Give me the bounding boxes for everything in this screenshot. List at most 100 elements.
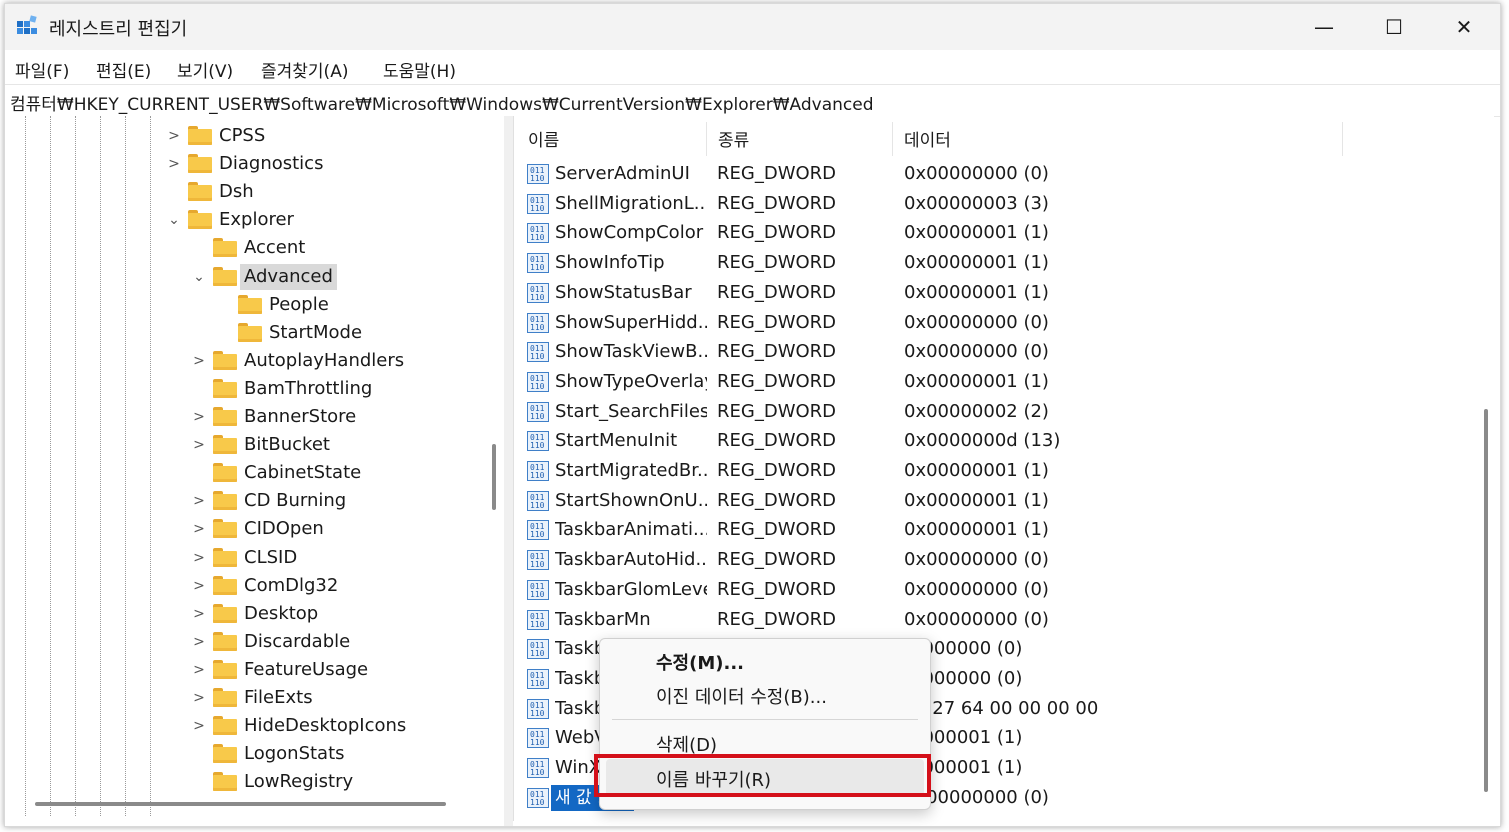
value-type: REG_DWORD bbox=[717, 400, 837, 422]
tree-item-startmode[interactable]: StartMode bbox=[5, 319, 504, 347]
value-row[interactable]: 011 110 ShowSuperHidd... REG_DWORD 0x0000000… bbox=[514, 308, 1494, 338]
maximize-button[interactable]: ☐ bbox=[1359, 4, 1429, 50]
menu-favorites[interactable]: 즐겨찾기(A) bbox=[261, 57, 348, 82]
column-divider[interactable] bbox=[1342, 122, 1343, 156]
tree-item-accent[interactable]: Accent bbox=[5, 234, 504, 262]
value-row[interactable]: 011 110 TaskbarMn REG_DWORD 0x00000000 (0) bbox=[514, 605, 1494, 635]
column-header-data[interactable]: 데이터 bbox=[904, 116, 951, 160]
value-row[interactable]: 011 110 TaskbarAnimati... REG_DWORD 0x000000… bbox=[514, 515, 1494, 545]
menu-help[interactable]: 도움말(H) bbox=[383, 57, 456, 82]
tree-item-label: CLSID bbox=[244, 546, 298, 568]
value-row[interactable]: 011 110 StartMenuInit REG_DWORD 0x0000000d (… bbox=[514, 426, 1494, 456]
column-divider[interactable] bbox=[706, 122, 707, 156]
expand-chevron-icon[interactable]: > bbox=[193, 491, 205, 511]
value-row[interactable]: 011 110 ShowStatusBar REG_DWORD 0x00000001 (… bbox=[514, 278, 1494, 308]
expand-chevron-icon[interactable]: > bbox=[193, 604, 205, 624]
collapse-chevron-icon[interactable]: ⌄ bbox=[193, 267, 205, 287]
key-tree[interactable]: > CPSS > Diagnostics Dsh ⌄ Explorer Accent ⌄ Adva… bbox=[5, 116, 504, 816]
reg-dword-icon: 011110 bbox=[527, 253, 549, 274]
value-data: 0x00000000 (0) bbox=[904, 786, 1049, 808]
tree-item-cidopen[interactable]: > CIDOpen bbox=[5, 515, 504, 543]
expand-chevron-icon[interactable]: > bbox=[193, 519, 205, 539]
menu-item-modify-binary[interactable]: 이진 데이터 수정(B)... bbox=[656, 683, 827, 709]
expand-chevron-icon[interactable]: > bbox=[168, 154, 180, 174]
collapse-chevron-icon[interactable]: ⌄ bbox=[168, 210, 180, 230]
tree-item-cd-burning[interactable]: > CD Burning bbox=[5, 487, 504, 515]
expand-chevron-icon[interactable]: > bbox=[193, 435, 205, 455]
value-row[interactable]: 011 110 StartMigratedBr... REG_DWORD 0x00000… bbox=[514, 456, 1494, 486]
address-path[interactable]: 컴퓨터₩HKEY_CURRENT_USER₩Software₩Microsoft… bbox=[10, 90, 874, 115]
minimize-button[interactable]: — bbox=[1289, 4, 1359, 50]
expand-chevron-icon[interactable]: > bbox=[193, 351, 205, 371]
list-vertical-scrollbar[interactable] bbox=[1484, 409, 1488, 792]
tree-item-featureusage[interactable]: > FeatureUsage bbox=[5, 656, 504, 684]
menu-file[interactable]: 파일(F) bbox=[15, 57, 69, 82]
expand-chevron-icon[interactable]: > bbox=[193, 576, 205, 596]
expand-chevron-icon[interactable]: > bbox=[193, 407, 205, 427]
tree-item-cpss[interactable]: > CPSS bbox=[5, 122, 504, 150]
tree-leaf-connector bbox=[193, 772, 205, 792]
reg-dword-icon: 011110 bbox=[527, 431, 549, 452]
tree-item-explorer[interactable]: ⌄ Explorer bbox=[5, 206, 504, 234]
menu-edit[interactable]: 편집(E) bbox=[96, 57, 151, 82]
svg-text:110: 110 bbox=[530, 471, 545, 480]
menu-item-modify[interactable]: 수정(M)... bbox=[656, 649, 744, 675]
tree-item-clsid[interactable]: > CLSID bbox=[5, 544, 504, 572]
expand-chevron-icon[interactable]: > bbox=[193, 548, 205, 568]
value-name: ServerAdminUI bbox=[555, 163, 690, 184]
tree-item-dsh[interactable]: Dsh bbox=[5, 178, 504, 206]
tree-item-discardable[interactable]: > Discardable bbox=[5, 628, 504, 656]
value-row[interactable]: 011 110 Start_SearchFiles REG_DWORD 0x000000… bbox=[514, 397, 1494, 427]
column-header-type[interactable]: 종류 bbox=[718, 116, 749, 160]
tree-item-lowregistry[interactable]: LowRegistry bbox=[5, 768, 504, 796]
expand-chevron-icon[interactable]: > bbox=[193, 716, 205, 736]
tree-item-bitbucket[interactable]: > BitBucket bbox=[5, 431, 504, 459]
value-data: 0x00000001 (1) bbox=[904, 460, 1049, 481]
tree-item-desktop[interactable]: > Desktop bbox=[5, 600, 504, 628]
svg-text:110: 110 bbox=[530, 352, 545, 361]
menu-view[interactable]: 보기(V) bbox=[177, 57, 233, 82]
tree-item-fileexts[interactable]: > FileExts bbox=[5, 684, 504, 712]
value-row[interactable]: 011 110 ShowTaskViewB... REG_DWORD 0x0000000… bbox=[514, 337, 1494, 367]
address-bar[interactable]: 컴퓨터₩HKEY_CURRENT_USER₩Software₩Microsoft… bbox=[5, 84, 1500, 117]
value-row[interactable]: 011 110 TaskbarGlomLevel REG_DWORD 0x0000000… bbox=[514, 575, 1494, 605]
expand-chevron-icon[interactable]: > bbox=[193, 688, 205, 708]
rename-highlight-box bbox=[594, 754, 931, 797]
tree-item-autoplayhandlers[interactable]: > AutoplayHandlers bbox=[5, 347, 504, 375]
value-row[interactable]: 011 110 ShellMigrationL... REG_DWORD 0x00000… bbox=[514, 189, 1494, 219]
value-row[interactable]: 011 110 StartShownOnU... REG_DWORD 0x0000000… bbox=[514, 486, 1494, 516]
tree-item-diagnostics[interactable]: > Diagnostics bbox=[5, 150, 504, 178]
value-row[interactable]: 011 110 ServerAdminUI REG_DWORD 0x00000000 (… bbox=[514, 159, 1494, 189]
value-data: )0000001 (1) bbox=[904, 727, 1023, 749]
tree-item-comdlg32[interactable]: > ComDlg32 bbox=[5, 572, 504, 600]
value-row[interactable]: 011 110 ShowTypeOverlay REG_DWORD 0x00000001… bbox=[514, 367, 1494, 397]
column-divider[interactable] bbox=[892, 122, 893, 156]
tree-item-people[interactable]: People bbox=[5, 291, 504, 319]
tree-item-label: Discardable bbox=[244, 630, 351, 652]
tree-item-advanced[interactable]: ⌄ Advanced bbox=[5, 263, 504, 291]
tree-item-bamthrottling[interactable]: BamThrottling bbox=[5, 375, 504, 403]
value-row[interactable]: 011 110 ShowCompColor REG_DWORD 0x00000001 (… bbox=[514, 218, 1494, 248]
value-type: REG_DWORD bbox=[717, 311, 837, 333]
tree-vertical-scrollbar[interactable] bbox=[492, 444, 496, 510]
expand-chevron-icon[interactable]: > bbox=[193, 632, 205, 652]
close-button[interactable]: ✕ bbox=[1429, 4, 1499, 50]
tree-item-hidedesktopicons[interactable]: > HideDesktopIcons bbox=[5, 712, 504, 740]
reg-dword-icon: 011110 bbox=[527, 520, 549, 541]
pane-splitter[interactable] bbox=[504, 116, 513, 826]
value-type: REG_DWORD bbox=[717, 252, 837, 274]
tree-item-bannerstore[interactable]: > BannerStore bbox=[5, 403, 504, 431]
tree-horizontal-scrollbar[interactable] bbox=[35, 802, 446, 806]
expand-chevron-icon[interactable]: > bbox=[168, 126, 180, 146]
value-row[interactable]: 011 110 TaskbarAutoHid... REG_DWORD 0x000000… bbox=[514, 545, 1494, 575]
column-header-name[interactable]: 이름 bbox=[528, 116, 559, 160]
tree-item-cabinetstate[interactable]: CabinetState bbox=[5, 459, 504, 487]
tree-leaf-connector bbox=[193, 238, 205, 258]
expand-chevron-icon[interactable]: > bbox=[193, 660, 205, 680]
folder-icon bbox=[213, 491, 237, 511]
tree-item-logonstats[interactable]: LogonStats bbox=[5, 740, 504, 768]
svg-text:110: 110 bbox=[530, 560, 545, 569]
value-row[interactable]: 011 110 ShowInfoTip REG_DWORD 0x00000001 (1) bbox=[514, 248, 1494, 278]
value-name: ShowTaskViewB... bbox=[555, 341, 707, 363]
reg-dword-icon: 011110 bbox=[527, 728, 549, 749]
